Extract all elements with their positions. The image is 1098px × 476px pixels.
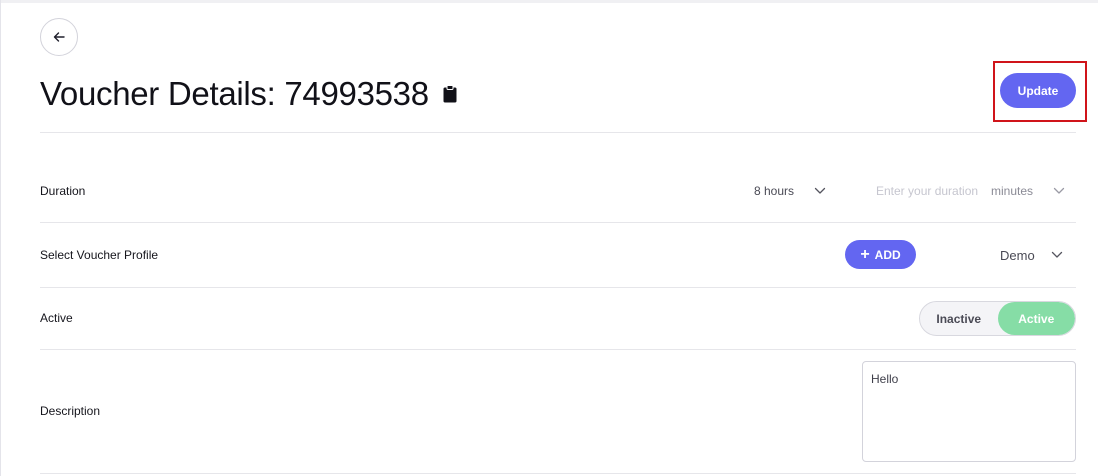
page-header: Voucher Details: 74993538 (40, 72, 457, 116)
duration-minutes-input[interactable] (876, 181, 984, 201)
chevron-down-icon (1051, 251, 1063, 259)
clipboard-icon[interactable] (443, 85, 457, 103)
active-toggle[interactable]: Inactive Active (919, 301, 1076, 336)
chevron-down-icon (1053, 187, 1065, 195)
row-divider (40, 349, 1076, 350)
plus-icon: + (860, 245, 870, 263)
arrow-left-icon (52, 30, 66, 44)
description-textarea[interactable]: Hello (862, 361, 1076, 462)
page-title: Voucher Details: 74993538 (40, 75, 429, 112)
duration-hours-dropdown[interactable]: 8 hours (754, 181, 826, 201)
row-divider (40, 287, 1076, 288)
description-label: Description (40, 404, 101, 418)
toggle-active-option[interactable]: Active (997, 302, 1075, 335)
duration-label: Duration (40, 184, 86, 198)
row-divider (40, 473, 1076, 474)
duration-hours-value: 8 hours (754, 184, 795, 198)
update-button[interactable]: Update (1000, 73, 1076, 108)
header-divider (40, 132, 1076, 133)
active-label: Active (40, 311, 73, 325)
voucher-profile-label: Select Voucher Profile (40, 248, 159, 262)
add-profile-label: ADD (874, 247, 901, 262)
voucher-profile-dropdown[interactable]: Demo (1000, 245, 1063, 265)
row-divider (40, 222, 1076, 223)
add-profile-button[interactable]: + ADD (845, 240, 916, 269)
back-button[interactable] (40, 18, 78, 56)
duration-minutes-unit: minutes (991, 184, 1034, 198)
duration-minutes-dropdown[interactable]: minutes (991, 181, 1065, 201)
top-border (0, 0, 1098, 3)
toggle-inactive-option[interactable]: Inactive (920, 302, 998, 335)
voucher-profile-selected: Demo (1000, 247, 1035, 263)
chevron-down-icon (814, 187, 826, 195)
left-border (0, 0, 1, 476)
